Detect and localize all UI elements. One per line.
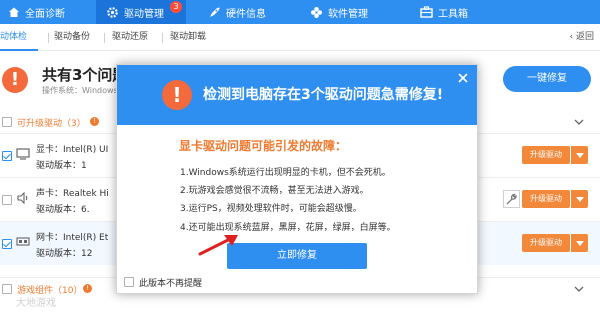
row-checkbox[interactable]: [2, 151, 12, 161]
driver-name: 声卡：Realtek Hi: [36, 189, 109, 199]
back-button[interactable]: ‹ 返回: [570, 24, 594, 51]
section-checkbox[interactable]: [2, 117, 12, 127]
fix-now-button[interactable]: 立即修复: [227, 243, 367, 269]
tab-driver-backup[interactable]: 驱动备份: [54, 24, 90, 51]
section-label: 可升级驱动（3）: [17, 119, 86, 129]
upgrade-driver-button[interactable]: 升级驱动: [522, 146, 570, 164]
nav-item-label: 硬件信息: [226, 8, 266, 20]
toolbox-icon: [420, 6, 433, 18]
tab-divider: [162, 33, 163, 43]
fix-all-button[interactable]: 一键修复: [503, 66, 591, 92]
nav-item-software-management[interactable]: 软件管理: [310, 0, 390, 24]
driver-version: 驱动版本：6.: [36, 205, 90, 215]
gear-icon: [107, 6, 118, 18]
nav-item-full-diagnosis[interactable]: 全面诊断: [0, 0, 88, 24]
house-icon: [9, 7, 19, 17]
nav-item-label: 软件管理: [328, 8, 368, 20]
tab-driver-restore[interactable]: 驱动还原: [112, 24, 148, 51]
info-icon[interactable]: !: [90, 117, 99, 126]
tab-driver-uninstall[interactable]: 驱动卸载: [170, 24, 206, 51]
issue-item: 2.玩游戏会感觉很不流畅，甚至无法进入游戏。: [180, 186, 369, 196]
repair-tool-button[interactable]: [503, 190, 520, 208]
chevron-down-icon[interactable]: [574, 117, 584, 127]
driver-issue-dialog: ! 检测到电脑存在3个驱动问题急需修复! 显卡驱动问题可能引发的故障： 1.Wi…: [116, 64, 478, 294]
watermark: 大地游戏: [16, 298, 56, 309]
alert-icon: !: [162, 80, 192, 110]
chevron-down-icon[interactable]: [574, 284, 584, 294]
issue-item: 3.运行PS，视频处理软件时，可能会超级慢。: [180, 204, 362, 214]
upgrade-driver-button[interactable]: 升级驱动: [522, 190, 570, 208]
tab-driver-check[interactable]: 动体检: [0, 24, 38, 51]
tab-divider: [48, 33, 49, 43]
clover-icon: [311, 6, 322, 18]
close-icon[interactable]: [456, 71, 470, 85]
alert-icon: !: [2, 67, 28, 93]
nav-item-toolbox[interactable]: 工具箱: [420, 0, 490, 24]
upgrade-options-dropdown[interactable]: [570, 190, 588, 208]
dont-remind-label: 此版本不再提醒: [139, 279, 203, 289]
back-label: 返回: [575, 32, 594, 42]
nav-item-label: 工具箱: [438, 8, 468, 20]
upgrade-options-dropdown[interactable]: [570, 234, 588, 252]
sub-tab-bar: 动体检 驱动备份 驱动还原 驱动卸载 ‹ 返回: [0, 24, 600, 51]
driver-version: 驱动版本：1: [36, 161, 87, 171]
rocket-icon: [210, 7, 220, 17]
driver-name: 网卡：Intel(R) Et: [36, 233, 109, 243]
monitor-icon: [16, 148, 30, 160]
speaker-icon: [17, 192, 28, 204]
dialog-title: 检测到电脑存在3个驱动问题急需修复!: [203, 87, 444, 103]
dialog-header: ! 检测到电脑存在3个驱动问题急需修复!: [117, 65, 477, 125]
nav-item-hardware-info[interactable]: 硬件信息: [208, 0, 296, 24]
red-arrow-pointer: [198, 235, 238, 256]
top-navigation-bar: 全面诊断 驱动管理 3 硬件信息 软件管理 工具箱: [0, 0, 600, 24]
driver-name: 显卡：Intel(R) UI: [36, 145, 109, 155]
network-icon: [16, 237, 30, 246]
issue-item: 1.Windows系统运行出现明显的卡机，但不会死机。: [180, 168, 391, 178]
dont-remind-checkbox[interactable]: [124, 277, 134, 287]
upgrade-driver-button[interactable]: 升级驱动: [522, 234, 570, 252]
section-checkbox[interactable]: [2, 284, 12, 294]
tab-divider: [104, 33, 105, 43]
nav-item-label: 驱动管理: [124, 8, 164, 20]
upgrade-options-dropdown[interactable]: [570, 146, 588, 164]
driver-version: 驱动版本：12: [36, 249, 93, 259]
row-checkbox[interactable]: [2, 239, 12, 249]
wrench-icon: [506, 193, 517, 205]
nav-item-label: 全面诊断: [25, 8, 65, 20]
notification-badge: 3: [170, 1, 182, 13]
summary-title: 共有3个问题: [42, 66, 128, 84]
row-checkbox[interactable]: [2, 195, 12, 205]
info-icon[interactable]: !: [83, 284, 92, 293]
os-info: 操作系统：Windows: [42, 86, 118, 95]
dialog-subtitle: 显卡驱动问题可能引发的故障：: [179, 139, 348, 153]
